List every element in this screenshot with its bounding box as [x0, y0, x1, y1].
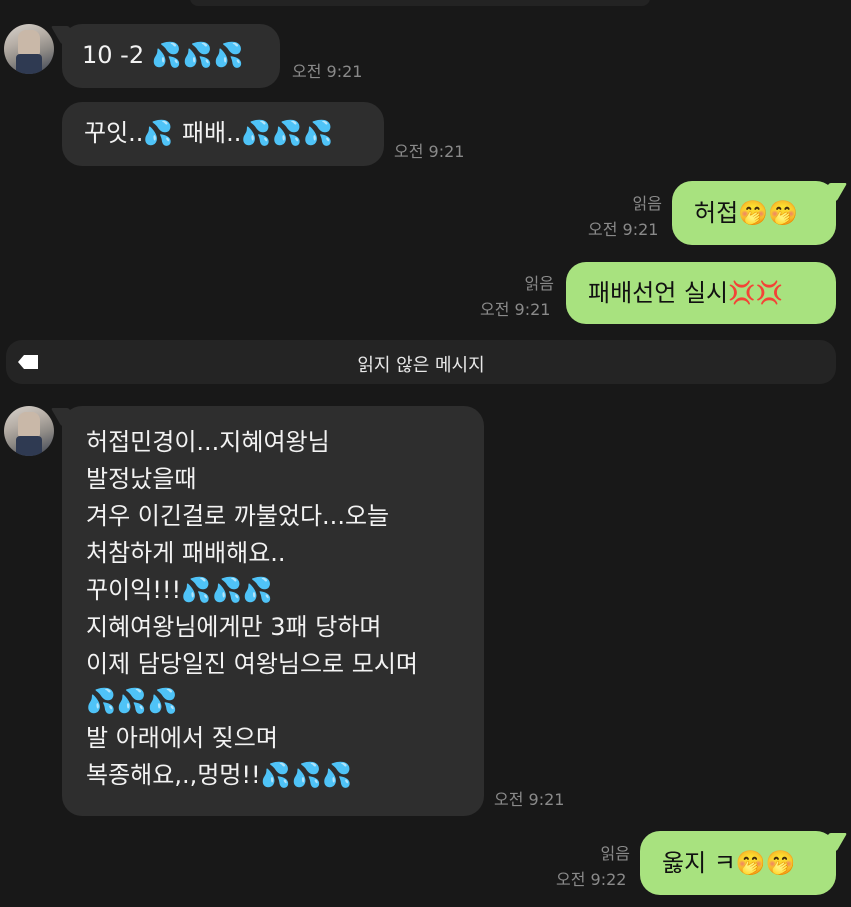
read-receipt: 읽음 — [632, 194, 662, 213]
droplets-emoji: 💦💦💦 — [151, 41, 245, 69]
message-text: 패배.. — [174, 119, 242, 147]
message-time: 오전 9:21 — [292, 62, 363, 81]
message-text: 허접 — [694, 199, 739, 227]
droplets-emoji: 💦💦💦 — [241, 119, 335, 147]
message-text: 패배선언 실시 — [588, 279, 729, 307]
message-line-with-emoji: 복종해요,.,멍멍!!💦💦💦 — [86, 757, 460, 794]
message-line: 겨우 이긴걸로 까불었다...오늘 — [86, 502, 390, 530]
message-bubble-5[interactable]: 허접민경이...지혜여왕님 발정났을때 겨우 이긴걸로 까불었다...오늘 처참… — [62, 406, 484, 816]
droplets-emoji: 💦💦💦 — [260, 761, 354, 789]
read-receipt: 읽음 — [600, 844, 630, 863]
unread-divider-label: 읽지 않은 메시지 — [357, 355, 485, 376]
message-line: 지혜여왕님에게만 3패 당하며 — [86, 613, 382, 641]
message-bubble-3[interactable]: 허접🤭🤭 — [672, 181, 836, 245]
message-bubble-1[interactable]: 10 -2 💦💦💦 — [62, 24, 280, 88]
message-line: 발 아래에서 짖으며 — [86, 724, 278, 752]
message-text: 꾸잇.. — [84, 119, 144, 147]
message-time: 오전 9:21 — [494, 790, 565, 809]
droplets-emoji: 💦💦💦 — [86, 687, 179, 715]
message-time: 오전 9:21 — [588, 220, 659, 239]
message-bubble-6[interactable]: 옳지 ㅋ🤭🤭 — [640, 831, 836, 895]
read-receipt: 읽음 — [524, 274, 554, 293]
previous-message-edge — [190, 0, 650, 6]
message-text: 복종해요,.,멍멍!! — [86, 761, 261, 789]
message-time: 오전 9:22 — [556, 870, 627, 889]
message-text: 10 -2 — [82, 41, 152, 69]
hand-over-mouth-emoji: 🤭🤭 — [738, 199, 798, 227]
message-line: 허접민경이...지혜여왕님 — [86, 428, 330, 456]
message-line: 이제 담당일진 여왕님으로 모시며 — [86, 650, 419, 678]
message-time: 오전 9:21 — [480, 300, 551, 319]
droplets-emoji: 💦💦💦 — [181, 576, 274, 604]
sender-avatar[interactable] — [4, 24, 54, 74]
message-text: 옳지 ㅋ — [662, 849, 736, 877]
sender-avatar[interactable] — [4, 406, 54, 456]
message-bubble-2[interactable]: 꾸잇..💦 패배..💦💦💦 — [62, 102, 384, 166]
hand-over-mouth-emoji: 🤭🤭 — [735, 849, 796, 877]
unread-messages-divider: 읽지 않은 메시지 — [6, 340, 836, 384]
message-line: 처참하게 패배해요.. — [86, 539, 286, 567]
message-line-with-emoji: 꾸이익!!!💦💦💦 — [86, 572, 460, 609]
message-line: 발정났을때 — [86, 465, 197, 493]
message-text: 꾸이익!!! — [86, 576, 182, 604]
message-bubble-4[interactable]: 패배선언 실시💢💢 — [566, 262, 836, 324]
message-time: 오전 9:21 — [394, 142, 465, 161]
droplets-emoji: 💦 — [143, 119, 175, 147]
anger-symbol-emoji: 💢💢 — [728, 281, 783, 306]
